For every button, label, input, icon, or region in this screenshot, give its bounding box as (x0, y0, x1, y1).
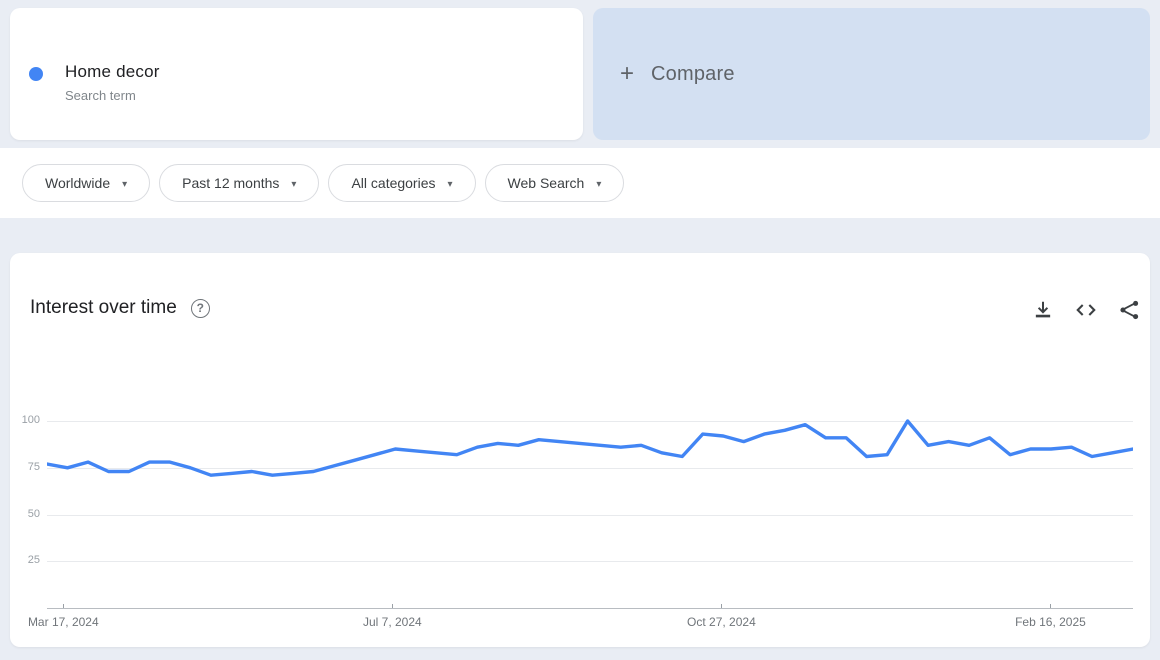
y-axis-tick-label: 25 (10, 554, 40, 566)
compare-label: Compare (651, 63, 735, 86)
compare-card[interactable]: + Compare (593, 8, 1150, 140)
trend-line-svg[interactable] (47, 403, 1133, 623)
plus-icon: + (620, 62, 634, 86)
time-range-label: Past 12 months (182, 175, 279, 191)
chart-title: Interest over time (30, 297, 177, 319)
page-background: { "term_card": { "title": "Home decor", … (0, 0, 1160, 660)
search-term-card[interactable]: Home decor Search term (10, 8, 583, 140)
filter-bar: Worldwide ▾ Past 12 months ▾ All categor… (0, 148, 1160, 218)
download-icon[interactable] (1032, 299, 1054, 321)
chart-header: Interest over time ? (30, 297, 210, 319)
search-type-label: Web Search (508, 175, 585, 191)
trend-line (47, 421, 1133, 475)
search-term-title: Home decor (65, 62, 160, 82)
geo-filter-dropdown[interactable]: Worldwide ▾ (22, 164, 150, 202)
chart-actions (1032, 299, 1140, 321)
y-axis-tick-label: 75 (10, 461, 40, 473)
y-axis-tick-label: 100 (10, 414, 40, 426)
share-icon[interactable] (1118, 299, 1140, 321)
embed-icon[interactable] (1075, 299, 1097, 321)
caret-down-icon: ▾ (596, 179, 601, 190)
series-color-dot (29, 67, 43, 81)
caret-down-icon: ▾ (122, 179, 127, 190)
category-filter-dropdown[interactable]: All categories ▾ (328, 164, 475, 202)
help-icon[interactable]: ? (191, 299, 210, 318)
caret-down-icon: ▾ (291, 179, 296, 190)
chart-card: Interest over time ? (10, 253, 1150, 647)
y-axis-tick-label: 50 (10, 508, 40, 520)
geo-filter-label: Worldwide (45, 175, 110, 191)
search-type-dropdown[interactable]: Web Search ▾ (485, 164, 625, 202)
caret-down-icon: ▾ (448, 179, 453, 190)
search-term-subtitle: Search term (65, 88, 136, 103)
category-filter-label: All categories (351, 175, 435, 191)
time-range-dropdown[interactable]: Past 12 months ▾ (159, 164, 319, 202)
